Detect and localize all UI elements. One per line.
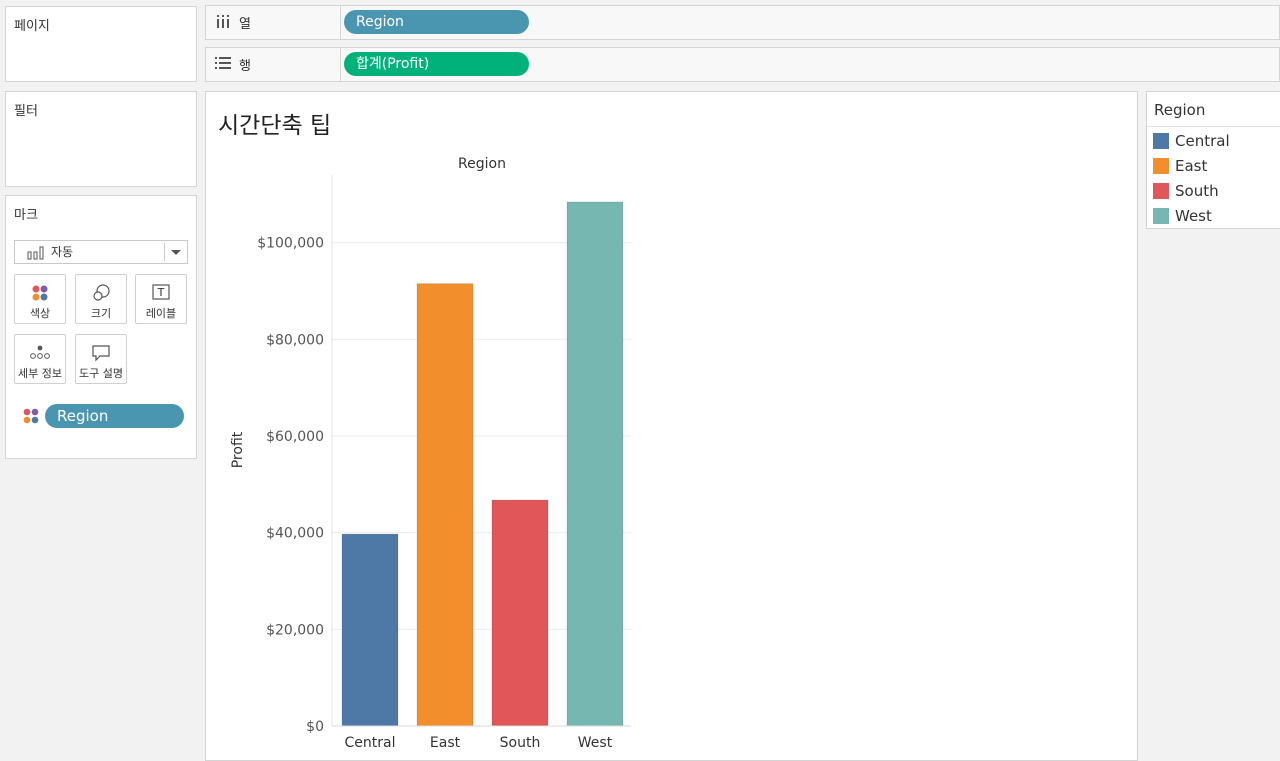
rows-field-pill[interactable]: 합계(Profit) [344,52,529,76]
legend-title-divider [1147,126,1280,127]
legend-swatch-central [1153,133,1169,149]
size-button-label: 크기 [90,307,112,320]
legend-label-east: East [1175,157,1208,175]
detail-button[interactable]: 세부 정보 [14,334,66,384]
tooltip-button-label: 도구 설명 [79,367,123,380]
label-button[interactable]: T 레이블 [135,274,187,324]
view-title: 시간단축 팁 [218,113,332,139]
pages-card[interactable]: 페이지 [5,6,197,82]
filters-card-title: 필터 [14,104,38,119]
text-label-icon: T [136,283,186,305]
filters-card[interactable]: 필터 [5,91,197,187]
color-button[interactable]: 색상 [14,274,66,324]
label-button-label: 레이블 [145,307,177,320]
columns-icon [215,14,231,32]
mark-type-dropdown[interactable]: 자동 [14,240,188,264]
rows-icon [215,56,231,74]
legend-swatch-south [1153,183,1169,199]
legend-title: Region [1154,101,1206,119]
mark-type-value: 자동 [51,245,74,259]
marks-card-title: 마크 [14,208,38,223]
legend-label-south: South [1175,182,1219,200]
color-field-icon [22,407,40,425]
detail-button-label: 세부 정보 [18,367,62,380]
legend-swatch-west [1153,208,1169,224]
rows-shelf-label: 행 [239,59,251,74]
legend-swatch-east [1153,158,1169,174]
color-legend: Region Central East South West [1146,91,1280,229]
view-canvas: 시간단축 팁 [205,91,1138,761]
color-dots-icon [15,283,65,305]
detail-dots-icon [15,343,65,365]
size-button[interactable]: 크기 [75,274,127,324]
columns-shelf-label: 열 [239,17,251,32]
tooltip-bubble-icon [76,343,126,365]
pages-card-title: 페이지 [14,19,50,34]
dropdown-arrow-divider [164,243,165,261]
chevron-down-icon [171,250,181,255]
columns-field-pill[interactable]: Region [344,10,529,34]
tooltip-button[interactable]: 도구 설명 [75,334,127,384]
size-circles-icon [76,283,126,305]
color-button-label: 색상 [29,307,51,320]
color-field-pill[interactable]: Region [45,404,184,428]
legend-label-west: West [1175,207,1212,225]
legend-label-central: Central [1175,132,1230,150]
bar-chart-icon [27,245,45,260]
svg-text:T: T [157,286,165,299]
